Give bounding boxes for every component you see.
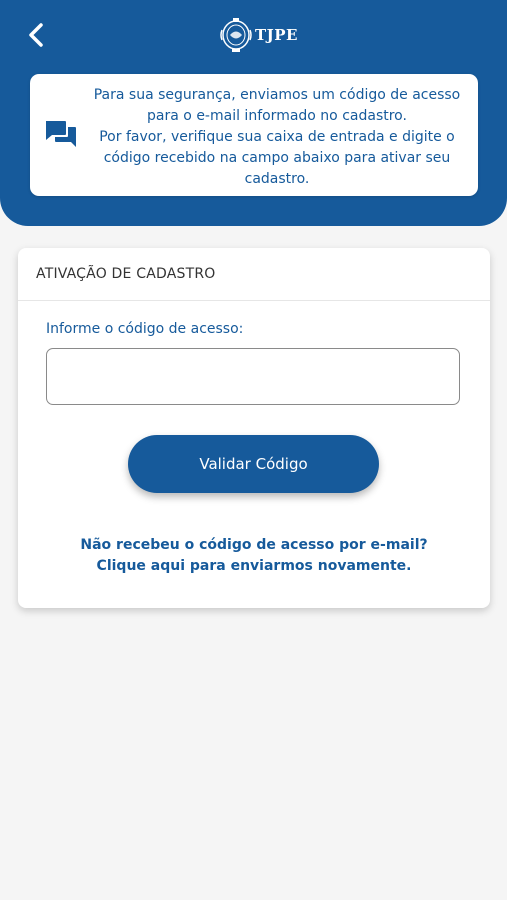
back-button[interactable]: [18, 16, 54, 54]
card-title: ATIVAÇÃO DE CADASTRO: [18, 248, 490, 301]
court-seal-icon: [220, 18, 252, 52]
chevron-left-icon: [29, 23, 43, 47]
security-message: Para sua segurança, enviamos um código d…: [82, 85, 472, 190]
tjpe-logo: TJPE: [219, 15, 298, 55]
security-info-card: Para sua segurança, enviamos um código d…: [30, 74, 478, 196]
chat-bubbles-icon: [46, 121, 76, 147]
logo-text: TJPE: [255, 26, 298, 44]
resend-line-1: Não recebeu o código de acesso por e-mai…: [80, 537, 428, 553]
resend-line-2: Clique aqui para enviarmos novamente.: [96, 558, 412, 574]
access-code-input[interactable]: [46, 348, 460, 405]
code-field-label: Informe o código de acesso:: [46, 321, 244, 337]
validate-code-button[interactable]: Validar Código: [128, 435, 379, 493]
security-message-text: Para sua segurança, enviamos um código d…: [93, 87, 461, 187]
resend-code-link[interactable]: Não recebeu o código de acesso por e-mai…: [18, 535, 490, 577]
activation-card: ATIVAÇÃO DE CADASTRO Informe o código de…: [18, 248, 490, 608]
app-header: TJPE Para sua segurança, enviamos um cód…: [0, 0, 507, 226]
